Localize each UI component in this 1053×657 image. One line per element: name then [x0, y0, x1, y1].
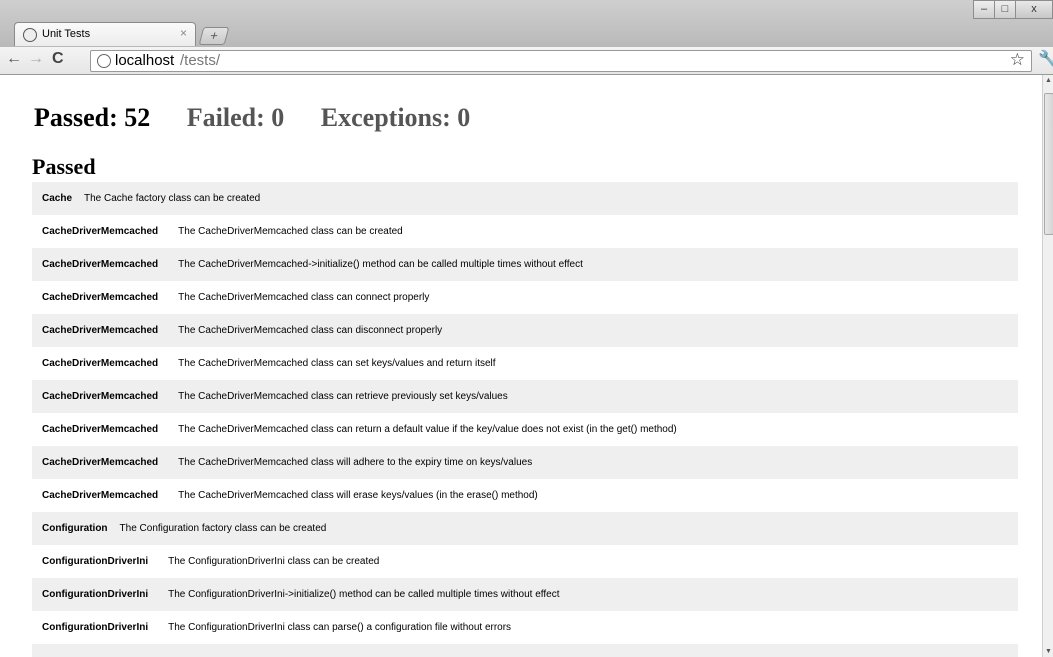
failed-count: Failed: 0 — [186, 103, 285, 132]
table-row: CacheDriverMemcached The CacheDriverMemca… — [32, 380, 1018, 413]
table-row: CacheDriverMemcached The CacheDriverMemca… — [32, 347, 1018, 380]
section-title-passed: Passed — [32, 154, 96, 179]
test-class-name: CacheDriverMemcached — [42, 391, 159, 402]
page-content: Passed: 52 Failed: 0 Exceptions: 0 Passe… — [0, 75, 1042, 657]
table-row: CacheDriverMemcached The CacheDriverMemca… — [32, 281, 1018, 314]
back-button[interactable]: ← — [6, 50, 22, 68]
maximize-button[interactable]: □ — [994, 0, 1016, 19]
table-row: ConfigurationDriverIni The ConfigurationD… — [32, 545, 1018, 578]
test-description: The CacheDriverMemcached->initialize() m… — [178, 259, 583, 270]
table-row: CacheDriverMemcached The CacheDriverMemca… — [32, 215, 1018, 248]
test-description: The CacheDriverMemcached class will eras… — [178, 490, 538, 501]
test-class-name: CacheDriverMemcached — [42, 292, 159, 303]
window-controls: – □ x — [973, 0, 1053, 19]
table-row: ConfigurationDriverIni The ConfigurationD… — [32, 578, 1018, 611]
test-class-name: CacheDriverMemcached — [42, 358, 159, 369]
url-path: /tests/ — [180, 52, 221, 69]
test-description: The CacheDriverMemcached class can retri… — [178, 391, 508, 402]
title-bar: Unit Tests × + – □ x — [0, 0, 1053, 47]
table-row: ConfigurationDriverIni The ConfigurationD… — [32, 611, 1018, 644]
test-description: The CacheDriverMemcached class can set k… — [178, 358, 496, 369]
bookmark-star-icon[interactable]: ☆ — [1010, 50, 1025, 70]
test-description: The ConfigurationDriverIni class can par… — [168, 622, 512, 633]
table-row: CacheDriverMemcached The CacheDriverMemca… — [32, 413, 1018, 446]
test-class-name: CacheDriverMemcached — [42, 325, 159, 336]
wrench-menu-icon[interactable]: 🔧 — [1038, 49, 1053, 69]
tab-close-icon[interactable]: × — [180, 26, 187, 40]
tab-title: Unit Tests — [42, 28, 91, 40]
test-class-name: CacheDriverMemcached — [42, 259, 159, 270]
tab-unit-tests[interactable]: Unit Tests × — [14, 22, 196, 46]
test-class-name: CacheDriverMemcached — [42, 490, 159, 501]
forward-button[interactable]: → — [28, 50, 44, 68]
new-tab-button[interactable]: + — [198, 27, 230, 45]
scrollbar-thumb[interactable] — [1044, 93, 1053, 235]
test-class-name: ConfigurationDriverIni — [42, 589, 149, 600]
test-description: The Configuration factory class can be c… — [119, 523, 327, 534]
test-class-name: ConfigurationDriverIni — [42, 556, 149, 567]
test-description: The CacheDriverMemcached class will adhe… — [178, 457, 533, 468]
table-row: CacheDriverMemcached The CacheDriverMemca… — [32, 248, 1018, 281]
table-row: Configuration The Configuration factory c… — [32, 512, 1018, 545]
reload-button[interactable]: C — [52, 50, 64, 68]
table-row: Cache The Cache factory class can be crea… — [32, 182, 1018, 215]
table-row: CacheDriverMemcached The CacheDriverMemca… — [32, 314, 1018, 347]
close-window-button[interactable]: x — [1015, 0, 1053, 19]
address-bar[interactable]: localhost /tests/ ☆ — [90, 50, 1032, 72]
table-row: CacheDriverMemcached The CacheDriverMemca… — [32, 446, 1018, 479]
url-host: localhost — [115, 52, 175, 69]
test-class-name: CacheDriverMemcached — [42, 226, 159, 237]
vertical-scrollbar[interactable]: ▲ ▼ — [1042, 75, 1053, 657]
scroll-up-icon[interactable]: ▲ — [1045, 77, 1052, 84]
page-icon — [97, 54, 111, 68]
test-summary: Passed: 52 Failed: 0 Exceptions: 0 — [34, 103, 500, 133]
test-class-name: Configuration — [42, 523, 108, 534]
table-row: CacheDriverMemcached The CacheDriverMemca… — [32, 479, 1018, 512]
test-description: The Cache factory class can be created — [84, 193, 261, 204]
test-class-name: CacheDriverMemcached — [42, 424, 159, 435]
table-row — [32, 644, 1018, 657]
browser-toolbar: ← → C localhost /tests/ ☆ — [0, 47, 1053, 75]
test-description: The CacheDriverMemcached class can conne… — [178, 292, 430, 303]
test-description: The CacheDriverMemcached class can disco… — [178, 325, 443, 336]
test-class-name: CacheDriverMemcached — [42, 457, 159, 468]
exceptions-count: Exceptions: 0 — [320, 103, 471, 132]
test-description: The ConfigurationDriverIni->initialize()… — [168, 589, 560, 600]
test-class-name: Cache — [42, 193, 73, 204]
scroll-down-icon[interactable]: ▼ — [1045, 648, 1052, 655]
passed-test-list: Cache The Cache factory class can be crea… — [32, 182, 1018, 657]
test-description: The CacheDriverMemcached class can be cr… — [178, 226, 403, 237]
test-description: The ConfigurationDriverIni class can be … — [168, 556, 380, 567]
minimize-button[interactable]: – — [973, 0, 995, 19]
globe-icon — [23, 28, 37, 42]
passed-count: Passed: 52 — [34, 103, 151, 132]
test-class-name: ConfigurationDriverIni — [42, 622, 149, 633]
test-description: The CacheDriverMemcached class can retur… — [178, 424, 677, 435]
